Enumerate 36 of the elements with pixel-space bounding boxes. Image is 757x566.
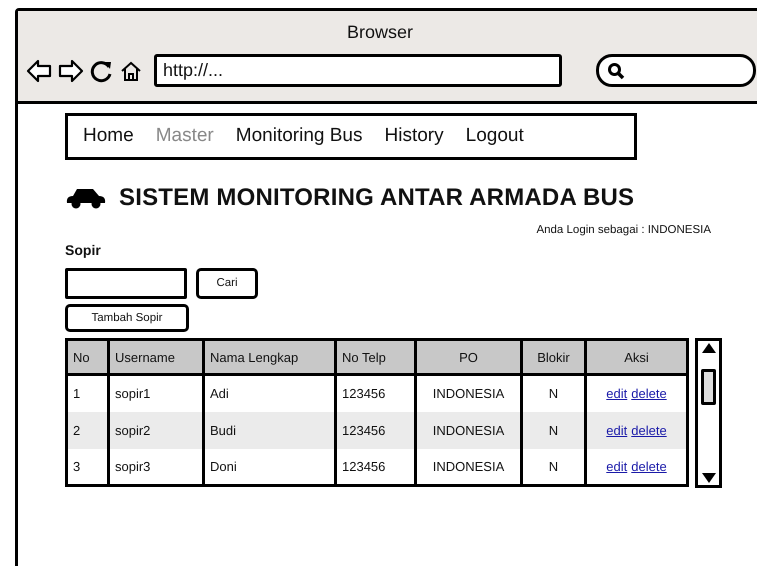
menu-item[interactable]: History [384, 122, 444, 151]
menu-item[interactable]: Logout [466, 122, 524, 151]
car-icon [65, 187, 107, 209]
action-link[interactable]: edit [606, 456, 628, 476]
back-icon[interactable] [26, 58, 52, 82]
window-title: Browser [346, 21, 414, 44]
scroll-up-icon[interactable] [700, 341, 718, 356]
action-link[interactable]: delete [631, 456, 667, 476]
table-cell: Doni [204, 448, 336, 486]
menu-item[interactable]: Home [83, 122, 134, 151]
search-button[interactable]: Cari [196, 268, 258, 300]
forward-icon[interactable] [58, 58, 84, 82]
table-cell: sopir3 [108, 448, 204, 486]
home-icon[interactable] [120, 60, 142, 82]
search-input[interactable] [65, 268, 187, 300]
search-icon [607, 62, 625, 80]
column-header: No [66, 340, 108, 375]
scrollbar[interactable] [695, 338, 722, 488]
add-button[interactable]: Tambah Sopir [65, 304, 189, 332]
search-field[interactable] [596, 54, 756, 87]
url-field[interactable]: http://... [154, 54, 562, 87]
page-title: SISTEM MONITORING ANTAR ARMADA BUS [119, 183, 634, 213]
table-cell: 3 [66, 448, 108, 486]
action-link[interactable]: delete [631, 384, 667, 404]
table-cell: 123456 [336, 448, 416, 486]
action-link[interactable]: delete [631, 420, 667, 440]
menu-item[interactable]: Monitoring Bus [236, 122, 362, 151]
action-link[interactable]: edit [606, 384, 628, 404]
table-cell: N [522, 448, 586, 486]
action-link[interactable]: edit [606, 420, 628, 440]
login-info: Anda Login sebagai : INDONESIA [536, 223, 711, 238]
section-title: Sopir [65, 241, 102, 260]
scroll-down-icon[interactable] [700, 471, 718, 486]
scroll-thumb[interactable] [701, 369, 716, 406]
table-cell: INDONESIA [416, 448, 522, 486]
reload-icon[interactable] [90, 58, 114, 82]
